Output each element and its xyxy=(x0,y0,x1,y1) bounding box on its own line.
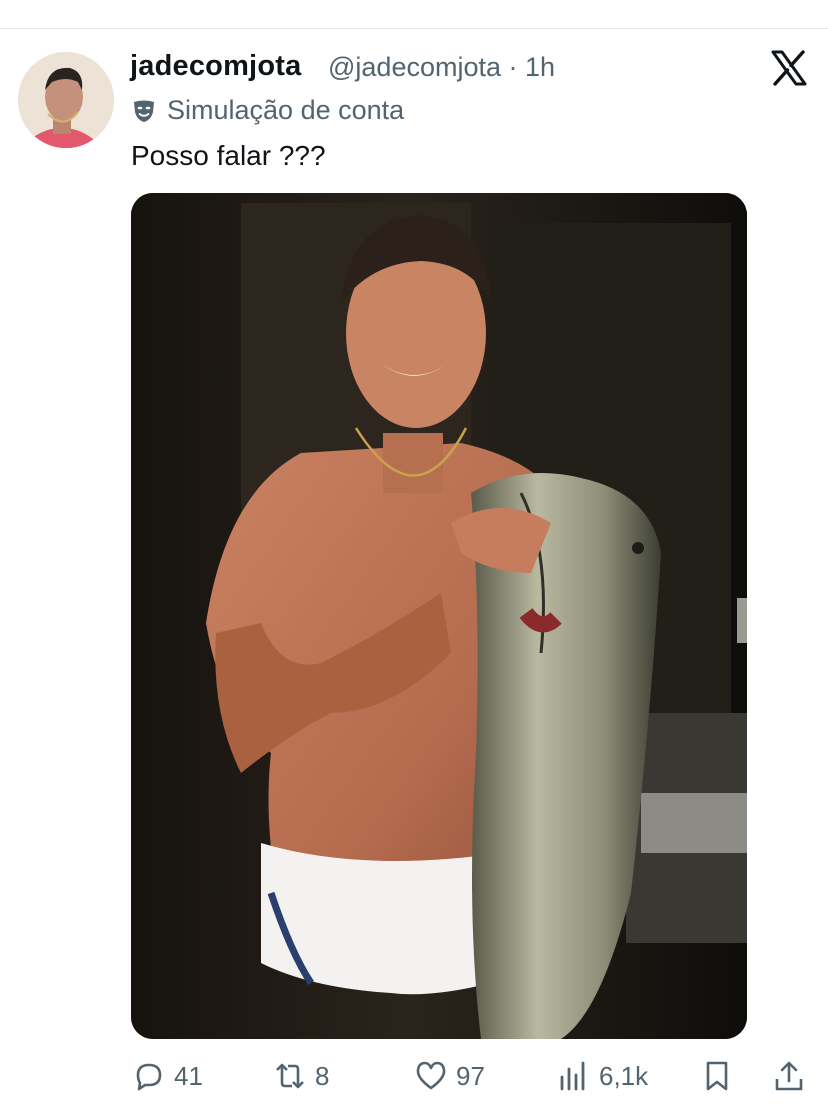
x-logo-icon[interactable] xyxy=(770,50,808,86)
share-icon xyxy=(775,1061,803,1091)
account-label: Simulação de conta xyxy=(131,95,404,126)
handle-and-time[interactable]: @jadecomjota · 1h xyxy=(328,52,555,83)
tweet-photo[interactable] xyxy=(131,193,747,1039)
views-chart-icon xyxy=(560,1061,585,1091)
share-button[interactable] xyxy=(772,1059,806,1093)
avatar[interactable] xyxy=(18,52,114,148)
avatar-image xyxy=(18,52,114,148)
retweet-icon xyxy=(276,1063,304,1089)
reply-count: 41 xyxy=(174,1060,203,1091)
views-button[interactable]: 6,1k xyxy=(557,1059,648,1093)
heart-icon xyxy=(416,1061,446,1090)
tweet-actions: 41 8 97 6,1k xyxy=(0,1055,828,1099)
reply-icon xyxy=(136,1063,162,1091)
views-count: 6,1k xyxy=(599,1060,649,1091)
tweet-text: Posso falar ??? xyxy=(131,140,326,171)
theater-mask-icon xyxy=(134,100,154,122)
retweet-count: 8 xyxy=(315,1060,330,1091)
account-label-text: Simulação de conta xyxy=(167,95,405,125)
photo-image xyxy=(131,193,747,1039)
like-count: 97 xyxy=(456,1060,485,1091)
bookmark-icon xyxy=(706,1061,728,1091)
like-button[interactable]: 97 xyxy=(414,1059,485,1093)
retweet-button[interactable]: 8 xyxy=(273,1059,329,1093)
bookmark-button[interactable] xyxy=(700,1059,734,1093)
top-divider xyxy=(0,28,828,29)
reply-button[interactable]: 41 xyxy=(132,1059,203,1093)
display-name[interactable]: jadecomjota xyxy=(130,50,301,83)
